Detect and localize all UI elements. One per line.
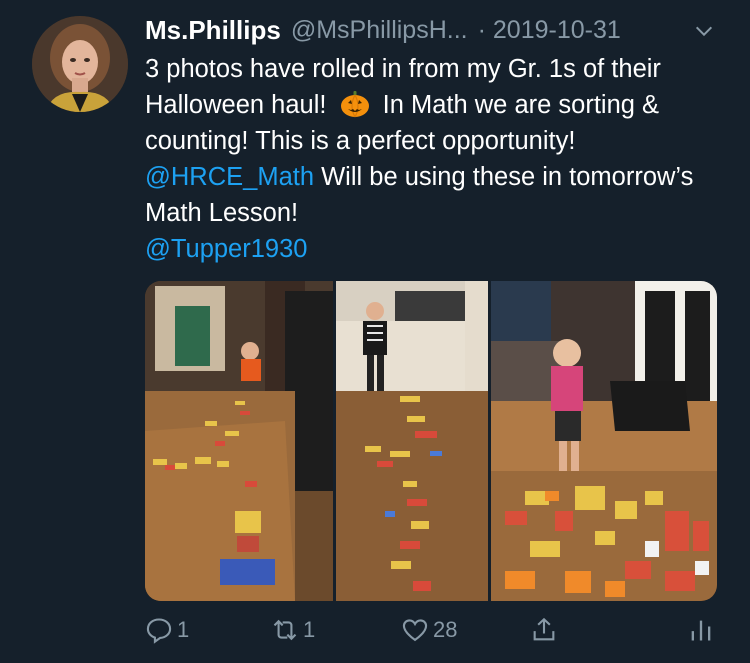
heart-icon [402, 619, 428, 642]
author-handle[interactable]: @MsPhillipsH... [291, 16, 468, 45]
share-icon [533, 617, 555, 641]
share-button[interactable] [530, 616, 558, 644]
like-count: 28 [433, 617, 458, 642]
author-name[interactable]: Ms.Phillips [145, 15, 281, 46]
retweet-count: 1 [303, 617, 316, 642]
tweet-text: 3 photos have rolled in from my Gr. 1s o… [145, 51, 705, 267]
tweet-media-grid [145, 281, 717, 601]
photo-3[interactable] [491, 281, 717, 601]
photo-1[interactable] [145, 281, 333, 601]
pumpkin-emoji-icon [340, 91, 369, 118]
mention-tupper-link[interactable]: @Tupper1930 [145, 235, 307, 263]
analytics-button[interactable] [687, 616, 715, 644]
retweet-button[interactable]: 1 [271, 616, 315, 644]
mention-hrce-math-link[interactable]: @HRCE_Math [145, 163, 314, 191]
tweet-actions: 1 1 28 [145, 612, 725, 652]
analytics-bars-icon [691, 620, 711, 641]
author-avatar[interactable] [32, 16, 128, 112]
tweet-date[interactable]: · 2019-10-31 [478, 16, 621, 45]
reply-button[interactable]: 1 [145, 616, 189, 644]
media-svg [145, 281, 717, 601]
tweet-header: Ms.Phillips @MsPhillipsH... · 2019-10-31 [145, 14, 725, 46]
chevron-down-icon[interactable] [693, 20, 715, 42]
reply-count: 1 [177, 617, 190, 642]
avatar-photo [32, 16, 128, 112]
photo-2[interactable] [336, 281, 488, 601]
like-button[interactable]: 28 [401, 616, 457, 644]
retweet-icon [273, 619, 297, 641]
reply-icon [146, 618, 172, 644]
